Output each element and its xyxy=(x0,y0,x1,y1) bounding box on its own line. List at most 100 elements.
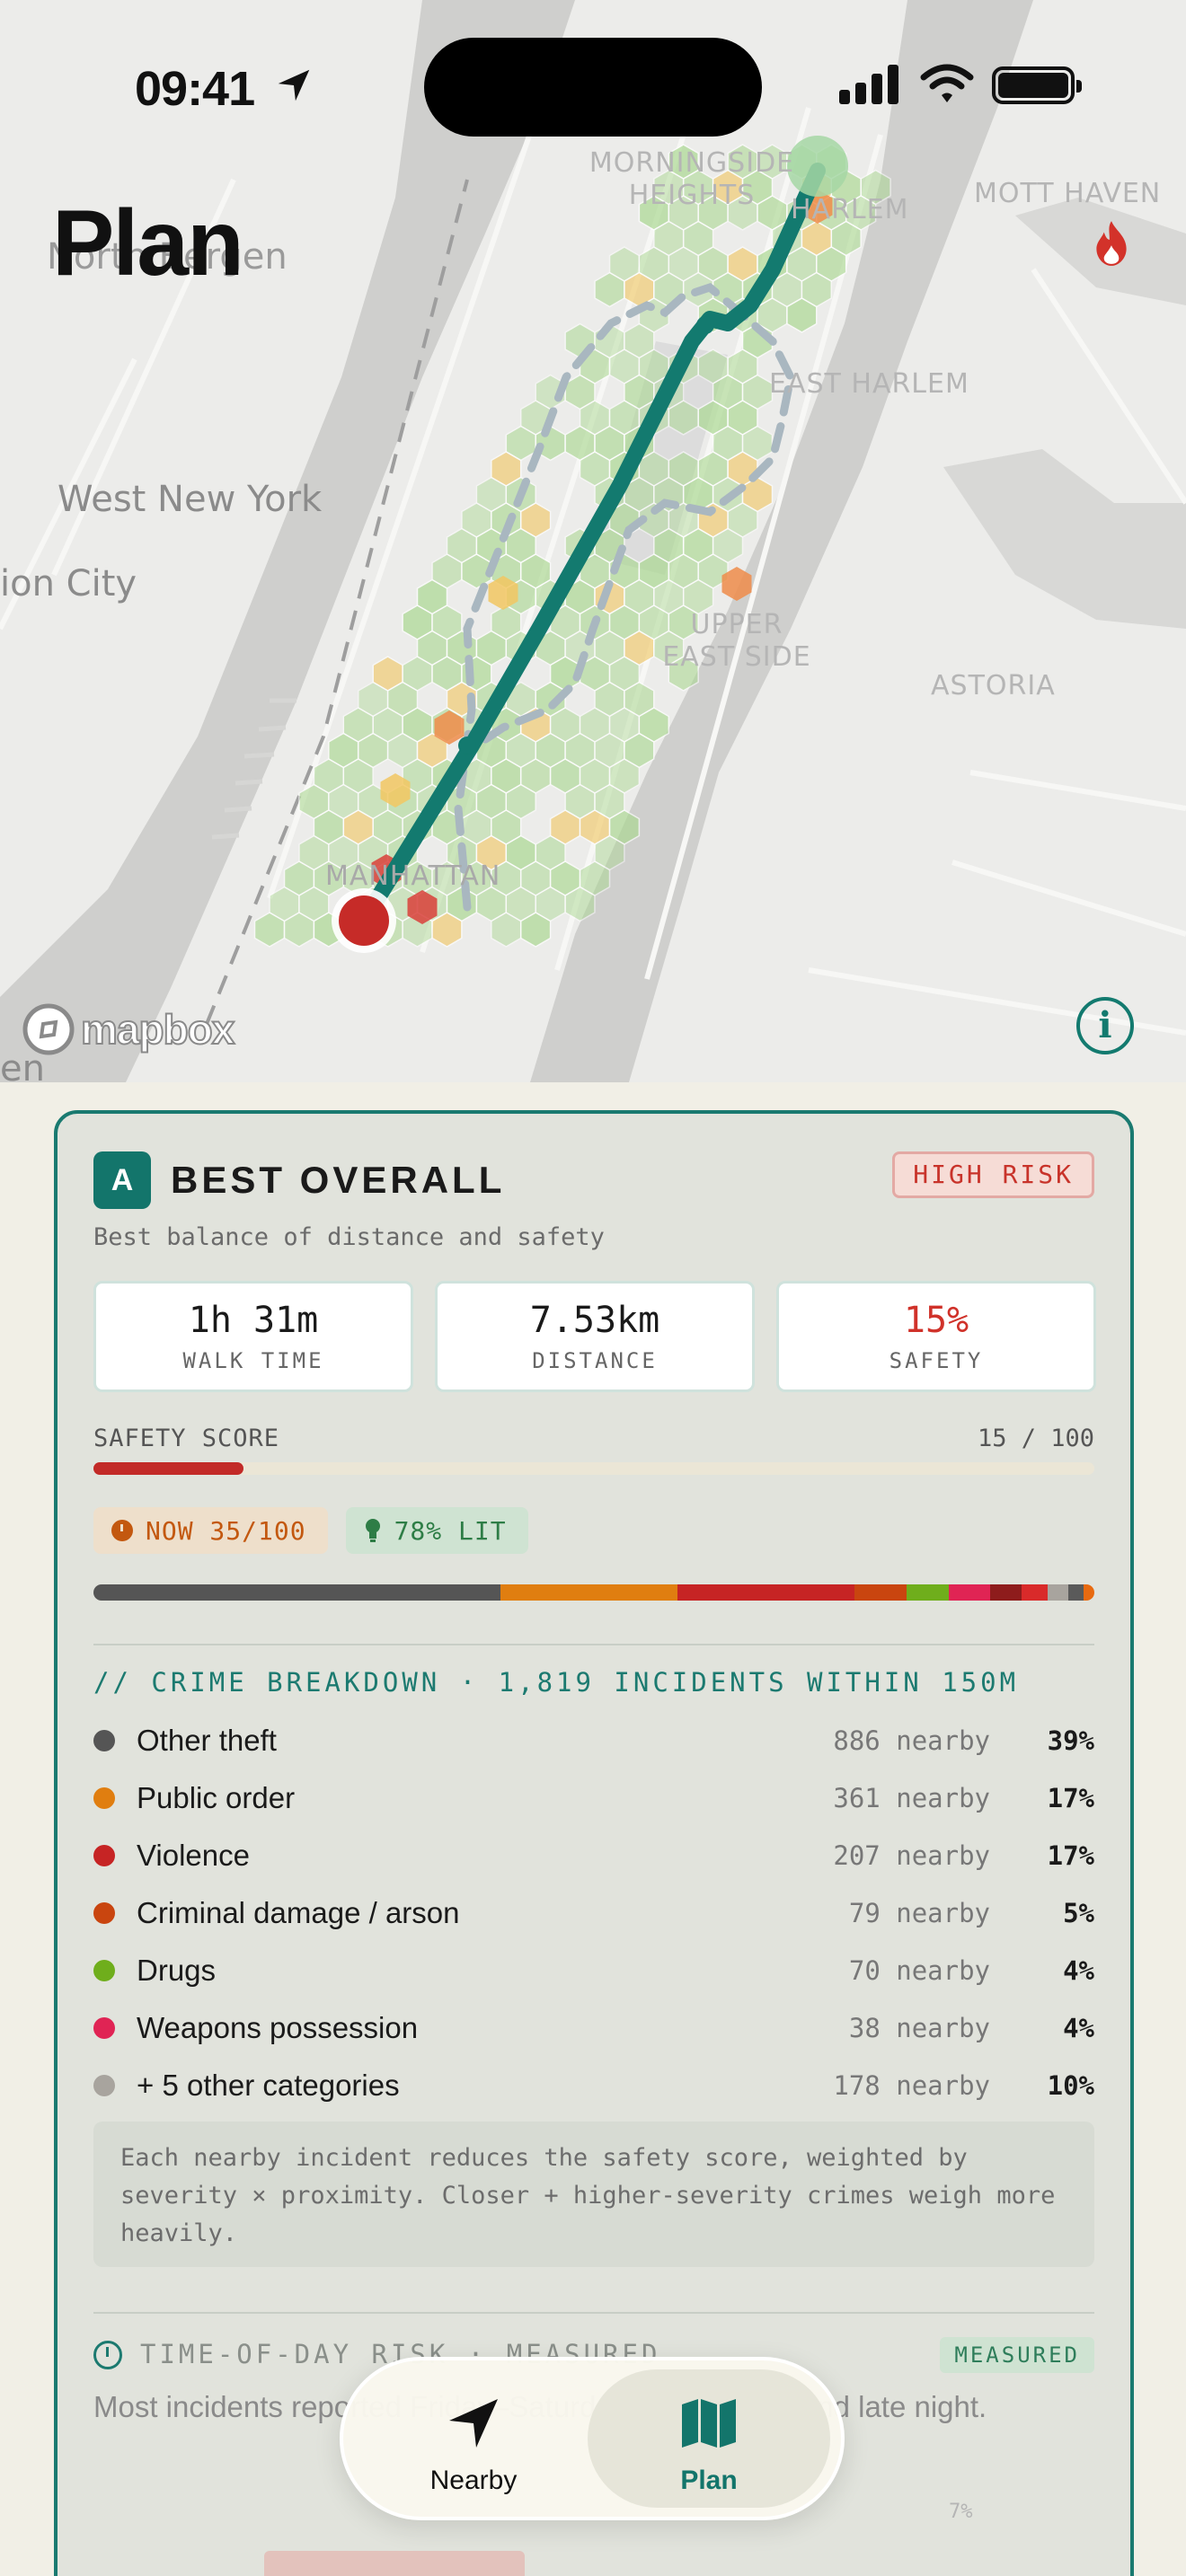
route-subtitle: Best balance of distance and safety xyxy=(93,1223,605,1251)
place-harlem: HARLEM xyxy=(791,194,909,225)
page-title: Plan xyxy=(52,191,244,296)
distribution-segment xyxy=(500,1584,677,1601)
category-dot xyxy=(93,2075,115,2096)
distribution-segment xyxy=(1084,1584,1094,1601)
crime-name: Public order xyxy=(137,1781,296,1814)
place-east-harlem: EAST HARLEM xyxy=(769,368,969,400)
place-edge-label: en xyxy=(0,1048,45,1082)
crime-count: 361 nearby xyxy=(833,1783,990,1813)
route-stats: 1h 31m WALK TIME 7.53km DISTANCE 15% SAF… xyxy=(93,1281,1096,1392)
stat-safety: 15% SAFETY xyxy=(776,1281,1096,1392)
now-score-chip: NOW 35/100 xyxy=(93,1507,328,1554)
divider xyxy=(93,1644,1094,1645)
mapbox-wordmark: mapbox xyxy=(80,1005,235,1054)
map-info-button[interactable]: i xyxy=(1076,997,1134,1054)
heatmap-fire-icon[interactable] xyxy=(1089,219,1134,268)
place-astoria: ASTORIA xyxy=(931,670,1056,701)
crime-name: Other theft xyxy=(137,1724,277,1757)
crime-row-public-order[interactable]: Public order 361 nearby 17% xyxy=(93,1769,1094,1827)
tab-label: Plan xyxy=(680,2466,738,2495)
crime-pct: 5% xyxy=(1063,1898,1094,1928)
clock-icon xyxy=(111,1520,133,1541)
divider xyxy=(93,2312,1094,2314)
category-dot xyxy=(93,1902,115,1924)
stat-label: WALK TIME xyxy=(182,1348,324,1373)
crime-pct: 4% xyxy=(1063,2013,1094,2043)
crime-list: Other theft 886 nearby 39% Public order … xyxy=(93,1712,1094,2114)
condition-chips: NOW 35/100 78% LIT xyxy=(93,1507,528,1554)
distribution-segment xyxy=(854,1584,907,1601)
stat-value: 7.53km xyxy=(529,1300,660,1341)
crime-name: Drugs xyxy=(137,1954,217,1987)
safety-score-bar xyxy=(93,1462,1094,1475)
safety-score-value: 15 / 100 xyxy=(977,1425,1094,1452)
time-of-day-pct: 7% xyxy=(949,2501,973,2523)
stat-value: 15% xyxy=(903,1300,969,1341)
tab-nearby[interactable]: Nearby xyxy=(352,2369,595,2508)
crime-row-other-theft[interactable]: Other theft 886 nearby 39% xyxy=(93,1712,1094,1769)
place-manhattan: MANHATTAN xyxy=(325,860,501,892)
category-dot xyxy=(93,1845,115,1866)
crime-row-criminal-damage[interactable]: Criminal damage / arson 79 nearby 5% xyxy=(93,1884,1094,1942)
location-arrow-icon xyxy=(278,69,310,101)
clock-icon xyxy=(93,2341,122,2369)
distribution-segment xyxy=(1067,1584,1084,1601)
mapbox-logo-icon xyxy=(22,1003,75,1055)
time-of-day-bar xyxy=(264,2551,525,2576)
battery-icon xyxy=(992,66,1082,104)
tab-bar: Nearby Plan xyxy=(340,2357,845,2520)
crime-count: 886 nearby xyxy=(833,1725,990,1756)
safety-score-label: SAFETY SCORE xyxy=(93,1425,280,1452)
distribution-segment xyxy=(989,1584,1022,1601)
crime-count: 70 nearby xyxy=(848,1955,990,1986)
lit-chip: 78% LIT xyxy=(345,1507,528,1554)
measured-badge: MEASURED xyxy=(940,2337,1094,2373)
stat-label: SAFETY xyxy=(889,1348,984,1373)
distribution-segment xyxy=(1021,1584,1048,1601)
lightbulb-icon xyxy=(365,1519,380,1542)
now-score-text: NOW 35/100 xyxy=(146,1515,306,1546)
tab-plan[interactable]: Plan xyxy=(588,2369,830,2508)
place-west-new-york: West New York xyxy=(58,479,323,520)
crime-pct: 17% xyxy=(1047,1783,1094,1813)
place-morningside-heights: MORNINGSIDE HEIGHTS xyxy=(589,147,795,211)
status-time: 09:41 xyxy=(135,62,255,116)
scoring-note: Each nearby incident reduces the safety … xyxy=(93,2122,1094,2267)
origin-marker[interactable] xyxy=(339,895,389,946)
place-upper-east-side: UPPER EAST SIDE xyxy=(662,609,811,673)
crime-pct: 39% xyxy=(1047,1725,1094,1756)
place-mott-haven: MOTT HAVEN xyxy=(974,178,1162,209)
crime-distribution-bar xyxy=(93,1584,1094,1601)
crime-row-violence[interactable]: Violence 207 nearby 17% xyxy=(93,1827,1094,1884)
stat-distance: 7.53km DISTANCE xyxy=(435,1281,755,1392)
route-title: BEST OVERALL xyxy=(171,1159,506,1201)
crime-count: 178 nearby xyxy=(833,2070,990,2101)
cellular-signal-icon xyxy=(839,65,898,104)
category-dot xyxy=(93,2017,115,2039)
crime-count: 38 nearby xyxy=(848,2013,990,2043)
category-dot xyxy=(93,1730,115,1751)
safety-score-fill xyxy=(93,1462,244,1475)
crime-row-weapons[interactable]: Weapons possession 38 nearby 4% xyxy=(93,1999,1094,2057)
distribution-segment xyxy=(948,1584,990,1601)
mapbox-attribution[interactable]: mapbox xyxy=(22,1002,235,1056)
distribution-segment xyxy=(677,1584,855,1601)
crime-pct: 17% xyxy=(1047,1840,1094,1871)
route-map[interactable]: MORNINGSIDE HEIGHTS HARLEM MOTT HAVEN No… xyxy=(0,0,1186,1082)
distribution-segment xyxy=(93,1584,500,1601)
stat-value: 1h 31m xyxy=(188,1300,319,1341)
crime-name: Violence xyxy=(137,1839,250,1872)
map-icon xyxy=(682,2399,736,2448)
stat-walk-time: 1h 31m WALK TIME xyxy=(93,1281,413,1392)
navigation-arrow-icon xyxy=(449,2399,498,2448)
crime-row-other-categories[interactable]: + 5 other categories 178 nearby 10% xyxy=(93,2057,1094,2114)
crime-name: Weapons possession xyxy=(137,2011,419,2044)
crime-row-drugs[interactable]: Drugs 70 nearby 4% xyxy=(93,1942,1094,1999)
route-waypoint xyxy=(458,737,476,754)
crime-pct: 4% xyxy=(1063,1955,1094,1986)
category-dot xyxy=(93,1787,115,1809)
lit-text: 78% LIT xyxy=(394,1515,507,1546)
risk-badge: HIGH RISK xyxy=(892,1151,1094,1198)
tab-label: Nearby xyxy=(429,2466,518,2495)
distribution-segment xyxy=(1047,1584,1068,1601)
